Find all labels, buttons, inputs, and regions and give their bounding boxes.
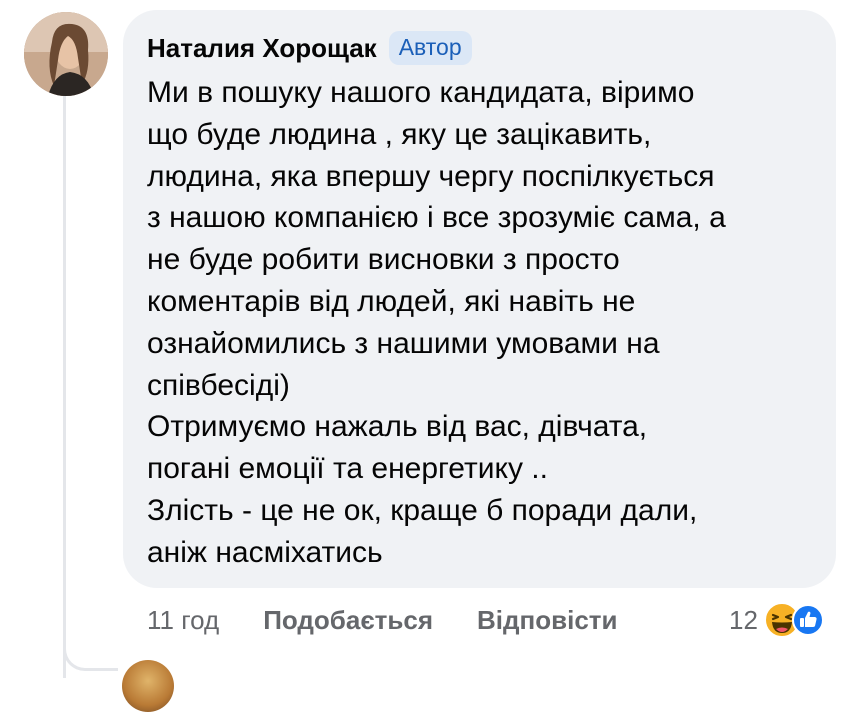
author-avatar[interactable]: [24, 12, 108, 96]
reaction-count: 12: [729, 604, 758, 635]
comment-line: коментарів від людей, які навіть не: [147, 284, 636, 318]
reactions-summary[interactable]: 12: [729, 598, 824, 642]
comment-line: аніж насміхатись: [147, 535, 383, 569]
comment-line: співбесіді): [147, 368, 290, 402]
comment-line: погані емоції та енергетику ..: [147, 452, 548, 486]
author-badge: Автор: [388, 31, 472, 65]
next-comment-avatar[interactable]: [122, 660, 174, 712]
author-name[interactable]: Наталия Хорощак: [147, 33, 377, 64]
like-thumb-icon: [791, 604, 824, 636]
like-button[interactable]: Подобається: [263, 605, 433, 636]
thread-connector: [63, 620, 118, 671]
comment-line: Ми в пошуку нашого кандидата, віримо: [147, 76, 695, 109]
thread-line: [63, 96, 66, 678]
comment-text: Ми в пошуку нашого кандидата, віримо що …: [147, 72, 827, 574]
comment-header: Наталия Хорощак Автор: [147, 28, 472, 68]
comment-line: з нашою компанією і все зрозуміє сама, а: [147, 201, 726, 235]
comment-actions: 11 год Подобається Відповісти: [147, 600, 618, 640]
comment-line: що буде людина , яку це зацікавить,: [147, 117, 652, 151]
comment-timestamp[interactable]: 11 год: [147, 605, 219, 636]
reply-button[interactable]: Відповісти: [477, 605, 617, 636]
avatar-photo: [24, 12, 108, 96]
comment-line: Злість - це не ок, краще б поради дали,: [147, 493, 698, 527]
comment-line: ознайомились з нашими умовами на: [147, 326, 660, 360]
comment-line: Отримуємо нажаль від вас, дівчата,: [147, 410, 648, 444]
comment-line: не буде робити висновки з просто: [147, 243, 620, 277]
comment-line: людина, яка впершу чергу поспілкується: [147, 159, 715, 193]
